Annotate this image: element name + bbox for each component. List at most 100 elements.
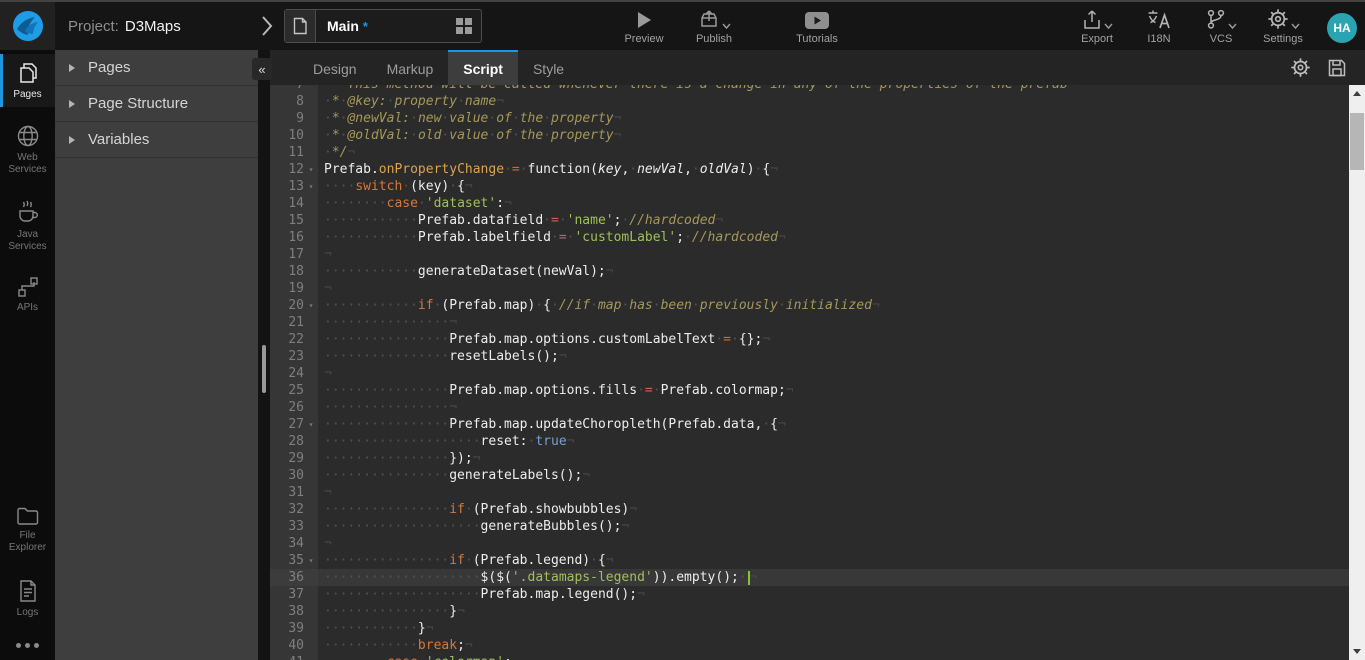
line-gutter[interactable]: 34 — [270, 535, 318, 552]
code-line[interactable]: 35▾················if·(Prefab.legend)·{¬ — [270, 552, 1349, 569]
code-line[interactable]: 33····················generateBubbles();… — [270, 518, 1349, 535]
code-line[interactable]: 22················Prefab.map.options.cus… — [270, 331, 1349, 348]
line-gutter[interactable]: 16 — [270, 229, 318, 246]
line-gutter[interactable]: 27▾ — [270, 416, 318, 433]
line-gutter[interactable]: 41 — [270, 654, 318, 660]
code-text[interactable]: ············if·(Prefab.map)·{·//if·map·h… — [318, 297, 1349, 314]
rail-item-logs[interactable]: Logs — [0, 572, 55, 625]
tab-markup[interactable]: Markup — [372, 50, 449, 85]
editor-settings-gear-icon[interactable] — [1290, 57, 1311, 78]
editor-scrollbar-thumb[interactable] — [1350, 113, 1364, 170]
fold-marker-icon[interactable]: ▾ — [304, 161, 318, 178]
code-line[interactable]: 21················¬ — [270, 314, 1349, 331]
code-line[interactable]: 17¬ — [270, 246, 1349, 263]
code-line[interactable]: 24¬ — [270, 365, 1349, 382]
fold-marker-icon[interactable]: ▾ — [304, 297, 318, 314]
code-line[interactable]: 28····················reset:·true¬ — [270, 433, 1349, 450]
code-text[interactable]: ············}¬ — [318, 620, 1349, 637]
user-avatar[interactable]: HA — [1327, 13, 1357, 43]
code-line[interactable]: 12▾Prefab.onPropertyChange·=·function(ke… — [270, 161, 1349, 178]
code-text[interactable]: ¬ — [318, 246, 1349, 263]
code-line[interactable]: 40············break;¬ — [270, 637, 1349, 654]
code-line[interactable]: 39············}¬ — [270, 620, 1349, 637]
fold-marker-icon[interactable]: ▾ — [304, 552, 318, 569]
code-text[interactable]: ················});¬ — [318, 450, 1349, 467]
code-line[interactable]: 20▾············if·(Prefab.map)·{·//if·ma… — [270, 297, 1349, 314]
line-gutter[interactable]: 24 — [270, 365, 318, 382]
code-line[interactable]: 31¬ — [270, 484, 1349, 501]
code-line[interactable]: 26················¬ — [270, 399, 1349, 416]
line-gutter[interactable]: 32 — [270, 501, 318, 518]
preview-button[interactable]: Preview — [622, 7, 666, 45]
code-line[interactable]: 32················if·(Prefab.showbubbles… — [270, 501, 1349, 518]
code-line[interactable]: 30················generateLabels();¬ — [270, 467, 1349, 484]
panel-section-pages[interactable]: Pages — [55, 50, 258, 86]
code-text[interactable]: ················generateLabels();¬ — [318, 467, 1349, 484]
code-text[interactable]: ·*·This·method·will·be·called·whenever·t… — [318, 85, 1349, 93]
line-gutter[interactable]: 8 — [270, 93, 318, 110]
code-text[interactable]: ····switch·(key)·{¬ — [318, 178, 1349, 195]
code-text[interactable]: ¬ — [318, 484, 1349, 501]
code-text[interactable]: ¬ — [318, 280, 1349, 297]
code-line[interactable]: 34¬ — [270, 535, 1349, 552]
code-text[interactable]: ········case·'dataset':¬ — [318, 195, 1349, 212]
tab-style[interactable]: Style — [518, 50, 579, 85]
code-line[interactable]: 19¬ — [270, 280, 1349, 297]
code-text[interactable]: ····················$($('.datamaps-legen… — [318, 569, 1349, 586]
code-line[interactable]: 13▾····switch·(key)·{¬ — [270, 178, 1349, 195]
line-gutter[interactable]: 30 — [270, 467, 318, 484]
code-text[interactable]: ············break;¬ — [318, 637, 1349, 654]
page-tab-main[interactable]: Main * — [284, 9, 482, 43]
tutorials-button[interactable]: Tutorials — [795, 7, 839, 45]
save-icon[interactable] — [1327, 58, 1347, 78]
more-options-icon[interactable] — [0, 637, 55, 654]
code-line[interactable]: 29················});¬ — [270, 450, 1349, 467]
line-gutter[interactable]: 21 — [270, 314, 318, 331]
panel-scrollbar-thumb[interactable] — [262, 345, 266, 393]
code-text[interactable]: Prefab.onPropertyChange·=·function(key,·… — [318, 161, 1349, 178]
wavemaker-logo[interactable] — [0, 2, 55, 50]
code-line[interactable]: 16············Prefab.labelfield·=·'custo… — [270, 229, 1349, 246]
code-line[interactable]: 14········case·'dataset':¬ — [270, 195, 1349, 212]
line-gutter[interactable]: 23 — [270, 348, 318, 365]
rail-item-java-services[interactable]: Java Services — [0, 192, 55, 259]
line-gutter[interactable]: 13▾ — [270, 178, 318, 195]
code-line[interactable]: 18············generateDataset(newVal);¬ — [270, 263, 1349, 280]
line-gutter[interactable]: 15 — [270, 212, 318, 229]
line-gutter[interactable]: 10 — [270, 127, 318, 144]
code-text[interactable]: ················¬ — [318, 399, 1349, 416]
code-text[interactable]: ················if·(Prefab.legend)·{¬ — [318, 552, 1349, 569]
code-text[interactable]: ················Prefab.map.options.custo… — [318, 331, 1349, 348]
code-text[interactable]: ················resetLabels();¬ — [318, 348, 1349, 365]
panel-section-page-structure[interactable]: Page Structure — [55, 86, 258, 122]
code-line[interactable]: 7·*·This·method·will·be·called·whenever·… — [270, 85, 1349, 93]
rail-item-apis[interactable]: APIs — [0, 269, 55, 320]
editor-scrollbar[interactable] — [1349, 85, 1365, 660]
scroll-down-arrow[interactable] — [1349, 644, 1365, 659]
breadcrumb[interactable]: Project: D3Maps — [68, 2, 181, 50]
rail-item-web-services[interactable]: Web Services — [0, 117, 55, 182]
line-gutter[interactable]: 19 — [270, 280, 318, 297]
code-line[interactable]: 41········case·'colormap':¬ — [270, 654, 1349, 660]
scroll-up-arrow[interactable] — [1349, 86, 1365, 101]
code-editor[interactable]: 7·*·This·method·will·be·called·whenever·… — [270, 85, 1349, 660]
line-gutter[interactable]: 11 — [270, 144, 318, 161]
line-gutter[interactable]: 22 — [270, 331, 318, 348]
code-text[interactable]: ············generateDataset(newVal);¬ — [318, 263, 1349, 280]
line-gutter[interactable]: 39 — [270, 620, 318, 637]
code-line[interactable]: 38················}¬ — [270, 603, 1349, 620]
code-text[interactable]: ·*·@newVal:·new·value·of·the·property¬ — [318, 110, 1349, 127]
code-text[interactable]: ····················reset:·true¬ — [318, 433, 1349, 450]
line-gutter[interactable]: 38 — [270, 603, 318, 620]
code-text[interactable]: ················¬ — [318, 314, 1349, 331]
code-line[interactable]: 11·*/¬ — [270, 144, 1349, 161]
code-text[interactable]: ········case·'colormap':¬ — [318, 654, 1349, 660]
line-gutter[interactable]: 14 — [270, 195, 318, 212]
rail-item-pages[interactable]: Pages — [0, 54, 55, 107]
vcs-button[interactable]: VCS — [1199, 7, 1243, 45]
code-text[interactable]: ············Prefab.labelfield·=·'customL… — [318, 229, 1349, 246]
code-line[interactable]: 25················Prefab.map.options.fil… — [270, 382, 1349, 399]
tab-design[interactable]: Design — [298, 50, 372, 85]
panel-scrollbar[interactable] — [258, 50, 270, 660]
layout-grid-icon[interactable] — [456, 10, 481, 42]
